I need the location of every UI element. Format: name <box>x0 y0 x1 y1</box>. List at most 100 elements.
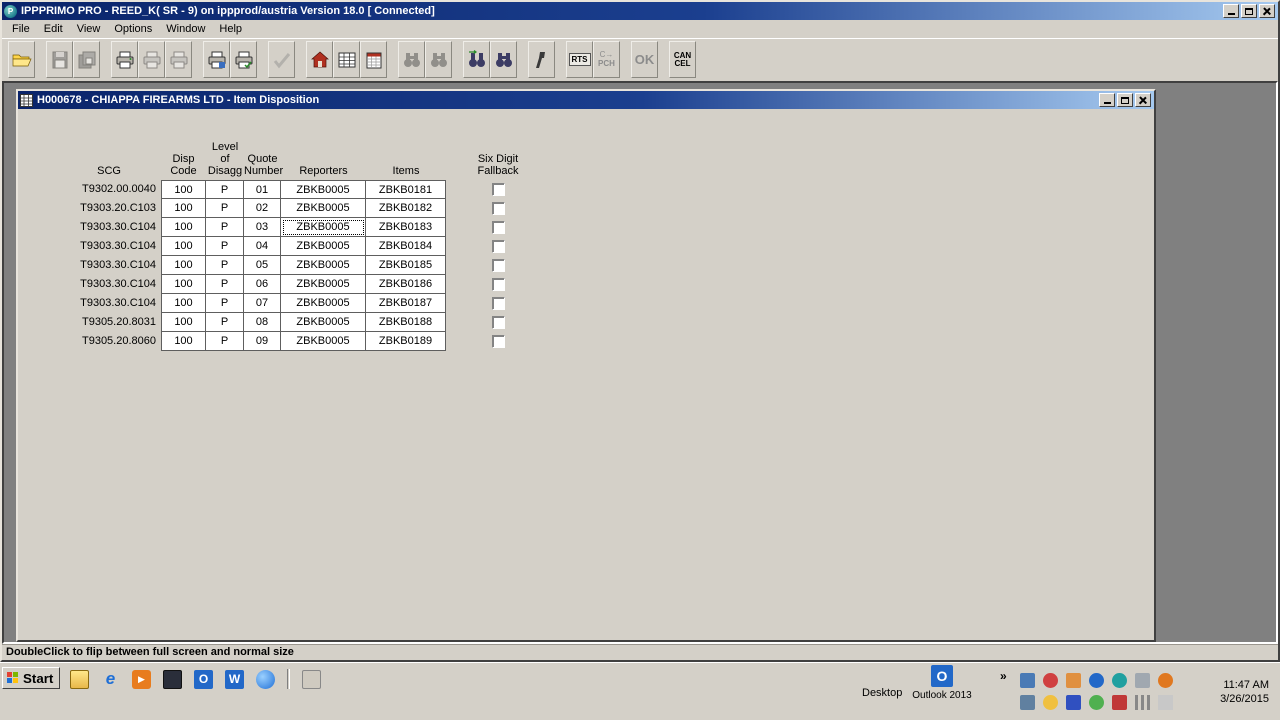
six-digit-fallback-checkbox[interactable] <box>492 316 505 329</box>
menu-file[interactable]: File <box>5 21 37 37</box>
home-button[interactable] <box>306 41 333 78</box>
quote-cell[interactable]: 06 <box>244 275 281 294</box>
start-button[interactable]: Start <box>2 667 60 689</box>
quote-cell[interactable]: 01 <box>244 180 281 199</box>
menu-window[interactable]: Window <box>159 21 212 37</box>
level-cell[interactable]: P <box>206 332 244 351</box>
close-button[interactable] <box>1259 4 1275 18</box>
save-all-button[interactable] <box>73 41 100 78</box>
disp-code-cell[interactable]: 100 <box>161 275 206 294</box>
status-bar[interactable]: DoubleClick to flip between full screen … <box>2 644 1278 660</box>
volume-icon[interactable] <box>1158 695 1173 710</box>
disp-code-cell[interactable]: 100 <box>161 313 206 332</box>
shield-icon[interactable] <box>1066 695 1081 710</box>
six-digit-fallback-checkbox[interactable] <box>492 221 505 234</box>
menu-help[interactable]: Help <box>212 21 249 37</box>
item-cell[interactable]: ZBKB0181 <box>366 180 446 199</box>
reporter-cell[interactable]: ZBKB0005 <box>281 275 366 294</box>
reporter-cell[interactable]: ZBKB0005 <box>281 180 366 199</box>
quote-cell[interactable]: 07 <box>244 294 281 313</box>
six-digit-fallback-checkbox[interactable] <box>492 202 505 215</box>
six-digit-fallback-checkbox[interactable] <box>492 278 505 291</box>
media-player-icon[interactable]: ▶ <box>132 670 151 689</box>
menu-options[interactable]: Options <box>107 21 159 37</box>
print-button[interactable] <box>111 41 138 78</box>
outlook-2013-shortcut[interactable]: O Outlook 2013 <box>908 665 976 701</box>
signal-strength-icon[interactable] <box>1135 695 1150 710</box>
photo-app-icon[interactable] <box>163 670 182 689</box>
menu-edit[interactable]: Edit <box>37 21 70 37</box>
child-minimize-button[interactable] <box>1099 93 1115 107</box>
item-cell[interactable]: ZBKB0184 <box>366 237 446 256</box>
level-cell[interactable]: P <box>206 180 244 199</box>
item-cell[interactable]: ZBKB0189 <box>366 332 446 351</box>
minimize-button[interactable] <box>1223 4 1239 18</box>
level-cell[interactable]: P <box>206 237 244 256</box>
level-cell[interactable]: P <box>206 218 244 237</box>
disp-code-cell[interactable]: 100 <box>161 332 206 351</box>
level-cell[interactable]: P <box>206 294 244 313</box>
reporter-cell[interactable]: ZBKB0005 <box>281 256 366 275</box>
search-button[interactable] <box>490 41 517 78</box>
taskbar-clock[interactable]: 11:47 AM 3/26/2015 <box>1183 678 1277 706</box>
clock-app-icon[interactable] <box>1158 673 1173 688</box>
folder-icon[interactable] <box>70 670 89 689</box>
word-icon[interactable]: W <box>225 670 244 689</box>
toolbar-chevron[interactable]: » <box>1000 669 1007 683</box>
quote-cell[interactable]: 09 <box>244 332 281 351</box>
rts-button[interactable]: RTS <box>566 41 593 78</box>
quote-cell[interactable]: 04 <box>244 237 281 256</box>
level-cell[interactable]: P <box>206 199 244 218</box>
level-cell[interactable]: P <box>206 256 244 275</box>
item-cell[interactable]: ZBKB0186 <box>366 275 446 294</box>
child-close-button[interactable] <box>1135 93 1151 107</box>
disp-code-cell[interactable]: 100 <box>161 256 206 275</box>
reporter-cell[interactable]: ZBKB0005 <box>281 199 366 218</box>
ok-button[interactable]: OK <box>631 41 658 78</box>
reporter-cell[interactable]: ZBKB0005 <box>281 294 366 313</box>
reporter-cell[interactable]: ZBKB0005 <box>281 313 366 332</box>
item-cell[interactable]: ZBKB0188 <box>366 313 446 332</box>
skype-icon[interactable] <box>1089 695 1104 710</box>
quote-cell[interactable]: 02 <box>244 199 281 218</box>
calculator-icon[interactable] <box>302 670 321 689</box>
calendar-button[interactable] <box>360 41 387 78</box>
messenger-icon[interactable] <box>1043 695 1058 710</box>
tool-button[interactable] <box>528 41 555 78</box>
disp-code-cell[interactable]: 100 <box>161 294 206 313</box>
reporter-cell[interactable]: ZBKB0005 <box>281 332 366 351</box>
lync-icon[interactable] <box>1112 673 1127 688</box>
six-digit-fallback-checkbox[interactable] <box>492 183 505 196</box>
print-check-button[interactable] <box>230 41 257 78</box>
disp-code-cell[interactable]: 100 <box>161 180 206 199</box>
item-cell[interactable]: ZBKB0183 <box>366 218 446 237</box>
remote-desktop-icon[interactable] <box>1020 695 1035 710</box>
browser-globe-icon[interactable] <box>256 670 275 689</box>
find-next-button[interactable] <box>463 41 490 78</box>
restore-button[interactable] <box>1241 4 1257 18</box>
internet-explorer-icon[interactable]: e <box>101 670 120 689</box>
print-report-button[interactable] <box>203 41 230 78</box>
antivirus-alert-icon[interactable] <box>1043 673 1058 688</box>
find-button[interactable] <box>425 41 452 78</box>
reporter-cell[interactable]: ZBKB0005 <box>281 218 366 237</box>
print-2-button[interactable] <box>138 41 165 78</box>
display-icon[interactable] <box>1135 673 1150 688</box>
quote-cell[interactable]: 03 <box>244 218 281 237</box>
sync-alert-icon[interactable] <box>1112 695 1127 710</box>
open-button[interactable] <box>8 41 35 78</box>
item-cell[interactable]: ZBKB0185 <box>366 256 446 275</box>
disp-code-cell[interactable]: 100 <box>161 199 206 218</box>
child-maximize-button[interactable] <box>1117 93 1133 107</box>
menu-view[interactable]: View <box>70 21 108 37</box>
quote-cell[interactable]: 08 <box>244 313 281 332</box>
six-digit-fallback-checkbox[interactable] <box>492 240 505 253</box>
find-percent-button[interactable] <box>398 41 425 78</box>
level-cell[interactable]: P <box>206 313 244 332</box>
cancel-button[interactable]: CAN CEL <box>669 41 696 78</box>
level-cell[interactable]: P <box>206 275 244 294</box>
print-3-button[interactable] <box>165 41 192 78</box>
network-computer-icon[interactable] <box>1020 673 1035 688</box>
pch-button[interactable]: C→ PCH <box>593 41 620 78</box>
save-button[interactable] <box>46 41 73 78</box>
